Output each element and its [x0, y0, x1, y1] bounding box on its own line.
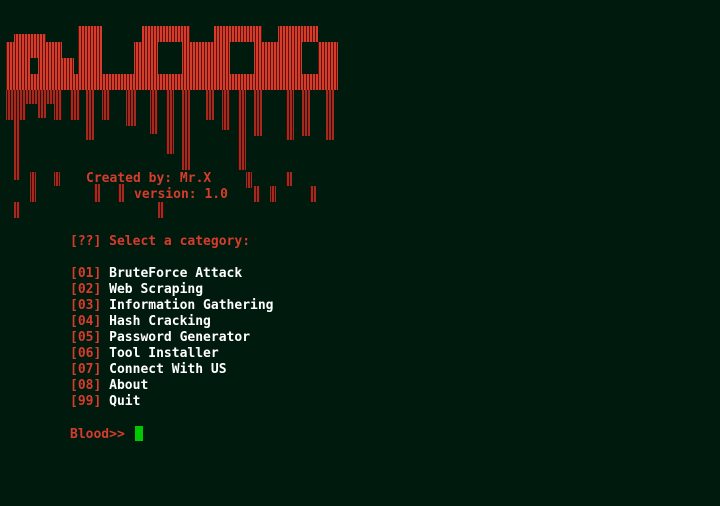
menu-item-tool-installer[interactable]: [06] Tool Installer: [70, 346, 274, 362]
menu-item-label: Information Gathering: [109, 298, 274, 313]
menu-item-information-gathering[interactable]: [03] Information Gathering: [70, 298, 274, 314]
menu-item-about[interactable]: [08] About: [70, 378, 274, 394]
menu-item-web-scraping[interactable]: [02] Web Scraping: [70, 282, 274, 298]
command-input-line[interactable]: Blood>>: [70, 426, 143, 442]
prompt-text: Select a category:: [109, 234, 251, 249]
menu-item-label: Quit: [109, 394, 141, 409]
menu-item-code: [04]: [70, 314, 102, 329]
category-prompt: [??] Select a category:: [70, 234, 250, 249]
category-menu: [01] BruteForce Attack [02] Web Scraping…: [70, 266, 274, 410]
menu-item-code: [03]: [70, 298, 102, 313]
prompt-tag: [??]: [70, 234, 102, 249]
menu-item-quit[interactable]: [99] Quit: [70, 394, 274, 410]
menu-item-code: [08]: [70, 378, 102, 393]
menu-item-code: [01]: [70, 266, 102, 281]
menu-item-hash-cracking[interactable]: [04] Hash Cracking: [70, 314, 274, 330]
shell-prompt: Blood>>: [70, 427, 125, 442]
terminal-window: Created by: Mr.X version: 1.0 [??] Selec…: [0, 0, 720, 506]
menu-item-label: About: [109, 378, 149, 393]
menu-item-label: Password Generator: [109, 330, 251, 345]
menu-item-code: [05]: [70, 330, 102, 345]
menu-item-code: [99]: [70, 394, 102, 409]
version-label: version: 1.0: [134, 187, 228, 202]
menu-item-connect-with-us[interactable]: [07] Connect With US: [70, 362, 274, 378]
terminal-cursor[interactable]: [134, 426, 143, 441]
menu-item-label: Hash Cracking: [109, 314, 211, 329]
author-credit: Created by: Mr.X: [86, 171, 212, 186]
menu-item-code: [07]: [70, 362, 102, 377]
menu-item-password-generator[interactable]: [05] Password Generator: [70, 330, 274, 346]
menu-item-bruteforce[interactable]: [01] BruteForce Attack: [70, 266, 274, 282]
menu-item-label: Connect With US: [109, 362, 227, 377]
menu-item-label: BruteForce Attack: [109, 266, 243, 281]
menu-item-code: [06]: [70, 346, 102, 361]
menu-item-code: [02]: [70, 282, 102, 297]
menu-item-label: Tool Installer: [109, 346, 219, 361]
menu-item-label: Web Scraping: [109, 282, 204, 297]
